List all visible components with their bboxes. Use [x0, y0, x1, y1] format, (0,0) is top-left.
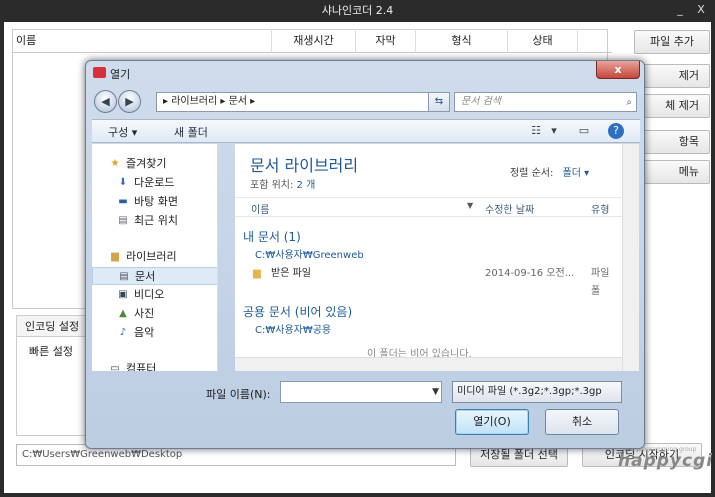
- desktop-icon: ▬: [118, 196, 128, 207]
- file-date: 2014-09-16 오전...: [485, 268, 575, 279]
- videos-icon: ▣: [118, 289, 128, 300]
- open-file-dialog: 열기 x ◀ ▶ ▸ 라이브러리 ▸ 문서 ▸ ▼ ⇆ 문서 검색 ⌕ 구성 ▾…: [85, 60, 645, 449]
- help-icon[interactable]: ?: [608, 123, 624, 139]
- group-my-documents[interactable]: 내 문서 (1): [243, 228, 301, 245]
- nav-desktop[interactable]: ▬ 바탕 화면: [92, 193, 217, 211]
- organize-menu[interactable]: 구성 ▾: [108, 124, 137, 140]
- col-name-dropdown-icon[interactable]: ▼: [467, 201, 473, 210]
- nav-pictures[interactable]: ▲ 사진: [92, 305, 217, 323]
- file-name: 받은 파일: [271, 268, 311, 279]
- sort-value[interactable]: 폴더 ▾: [563, 168, 590, 179]
- group-public-documents-path: C:₩사용자₩공용: [255, 325, 332, 336]
- nav-videos[interactable]: ▣ 비디오: [92, 286, 217, 304]
- includes-count-link[interactable]: 2 개: [297, 180, 316, 191]
- col-format-header[interactable]: 형식: [416, 29, 508, 53]
- nav-downloads[interactable]: ⬇ 다운로드: [92, 174, 217, 192]
- nav-computer[interactable]: ▭ 컴퓨터: [92, 360, 217, 371]
- tab-encoding-settings[interactable]: 인코딩 설정: [16, 315, 89, 337]
- col-modified[interactable]: 수정한 날짜: [485, 201, 534, 216]
- preview-pane-icon[interactable]: ▭: [576, 123, 592, 139]
- download-folder-icon: ⬇: [118, 177, 128, 188]
- library-title: 문서 라이브러리: [250, 156, 359, 175]
- address-path: ▸ 라이브러리 ▸ 문서 ▸: [163, 96, 256, 107]
- list-item[interactable]: ▆ 받은 파일 2014-09-16 오전... 파일 폴: [251, 265, 621, 297]
- recent-places-icon: ▤: [118, 215, 128, 226]
- forward-arrow-icon[interactable]: ▶: [118, 90, 141, 113]
- menu-button[interactable]: 메뉴: [634, 160, 710, 184]
- view-dropdown-icon[interactable]: ▾: [546, 123, 562, 139]
- filename-input[interactable]: ▼: [280, 381, 442, 403]
- back-arrow-icon[interactable]: ◀: [94, 90, 117, 113]
- navigation-pane: ★ 즐겨찾기 ⬇ 다운로드 ▬ 바탕 화면 ▤ 최근 위치 ▆ 라이브러리 ▤ 문서 ▣ 비디…: [92, 144, 218, 371]
- refresh-icon[interactable]: ⇆: [428, 92, 450, 112]
- group-my-documents-path: C:₩사용자₩Greenweb: [255, 250, 364, 261]
- col-name-header[interactable]: 이름: [12, 29, 272, 53]
- dialog-title: 열기: [110, 68, 131, 81]
- nav-libraries[interactable]: ▆ 라이브러리: [92, 248, 217, 266]
- documents-icon: ▤: [119, 271, 129, 282]
- filename-dropdown-icon[interactable]: ▼: [432, 382, 439, 402]
- file-list-header: 이름 재생시간 자막 형식 상태: [12, 29, 612, 53]
- music-icon: ♪: [119, 327, 127, 338]
- folder-icon: ▆: [253, 268, 261, 279]
- search-icon[interactable]: ⌕: [626, 94, 632, 112]
- includes-line: 포함 위치: 2 개: [250, 176, 315, 191]
- computer-icon: ▭: [110, 363, 120, 371]
- col-type[interactable]: 유형: [591, 201, 609, 216]
- nav-recent[interactable]: ▤ 최근 위치: [92, 212, 217, 230]
- dialog-toolbar: 구성 ▾ 새 폴더 ☷ ▾ ▭ ?: [92, 119, 640, 143]
- file-type: 파일 폴: [591, 268, 610, 297]
- view-options-icon[interactable]: ☷: [528, 123, 544, 139]
- file-view-pane: 문서 라이브러리 포함 위치: 2 개 정렬 순서: 폴더 ▾ 이름 ▼ 수정한…: [235, 144, 622, 371]
- item-button[interactable]: 항목: [634, 130, 710, 154]
- cancel-button[interactable]: 취소: [545, 409, 619, 435]
- sort-label: 정렬 순서:: [510, 168, 554, 179]
- vertical-scrollbar[interactable]: [622, 144, 639, 371]
- column-header-row: 이름 ▼ 수정한 날짜 유형: [235, 197, 622, 217]
- minimize-button[interactable]: _: [672, 2, 688, 18]
- remove-all-button[interactable]: 체 제거: [634, 94, 710, 118]
- library-icon: ▆: [111, 251, 119, 262]
- new-folder-button[interactable]: 새 폴더: [174, 124, 208, 140]
- filename-label: 파일 이름(N):: [206, 388, 271, 401]
- dialog-app-icon: [93, 67, 106, 78]
- nav-favorites[interactable]: ★ 즐겨찾기: [92, 155, 217, 173]
- dialog-close-button[interactable]: x: [596, 61, 640, 79]
- app-title: 샤나인코더 2.4: [321, 4, 394, 17]
- horizontal-scrollbar[interactable]: [235, 357, 622, 371]
- address-bar[interactable]: ▸ 라이브러리 ▸ 문서 ▸ ▼: [156, 92, 494, 112]
- col-name[interactable]: 이름: [251, 201, 269, 216]
- filetype-select[interactable]: 미디어 파일 (*.3g2;*.3gp;*.3gp: [452, 381, 622, 403]
- search-placeholder: 문서 검색: [461, 96, 501, 107]
- nav-music[interactable]: ♪ 음악: [92, 324, 217, 342]
- close-button[interactable]: X: [693, 2, 709, 18]
- open-button[interactable]: 열기(O): [455, 409, 529, 435]
- happycgi-logo: happycgi: [618, 451, 714, 471]
- quick-settings-label: 빠른 설정: [29, 345, 73, 358]
- filetype-value: 미디어 파일 (*.3g2;*.3gp;*.3gp: [457, 386, 602, 397]
- col-duration-header[interactable]: 재생시간: [272, 29, 356, 53]
- group-public-documents[interactable]: 공용 문서 (비어 있음): [243, 303, 352, 320]
- nav-documents[interactable]: ▤ 문서: [92, 267, 217, 285]
- includes-label: 포함 위치:: [250, 180, 294, 191]
- sort-control: 정렬 순서: 폴더 ▾: [510, 164, 589, 179]
- search-input[interactable]: 문서 검색 ⌕: [454, 92, 637, 112]
- col-status-header[interactable]: 상태: [508, 29, 578, 53]
- remove-button[interactable]: 제거: [634, 64, 710, 88]
- star-icon: ★: [110, 158, 120, 169]
- col-subtitle-header[interactable]: 자막: [356, 29, 416, 53]
- pictures-icon: ▲: [119, 308, 127, 319]
- add-file-button[interactable]: 파일 추가: [634, 30, 710, 54]
